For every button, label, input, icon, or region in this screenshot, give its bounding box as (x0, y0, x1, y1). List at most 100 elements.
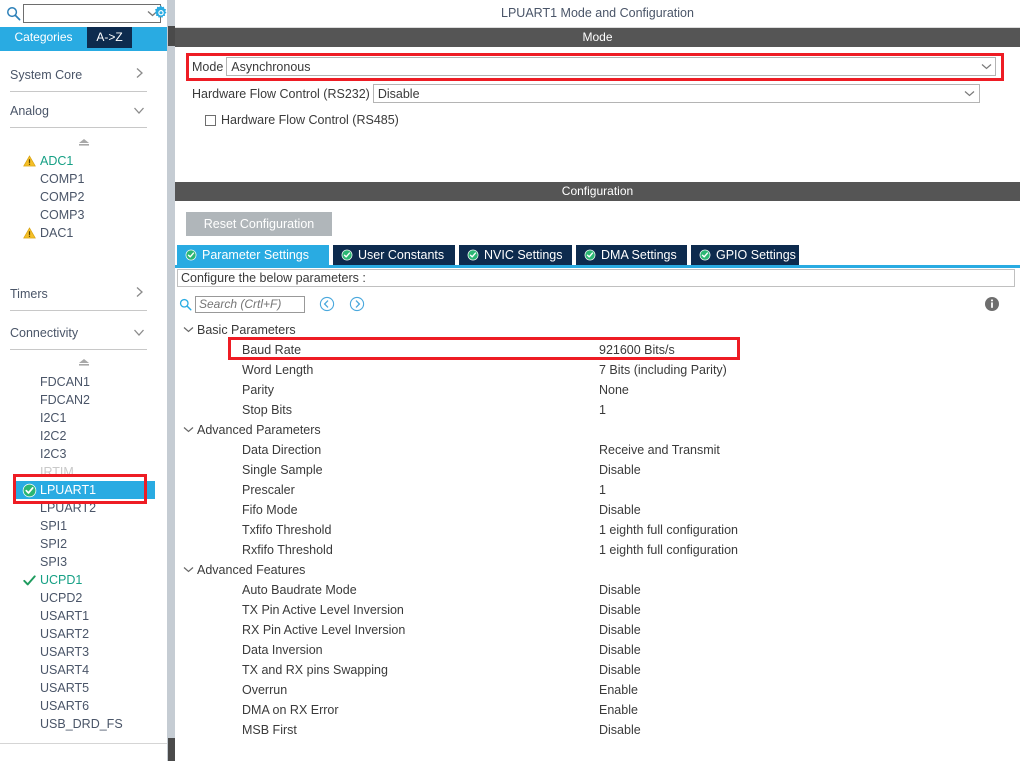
tab-user-constants[interactable]: User Constants (333, 245, 455, 265)
sidebar-group-connectivity[interactable]: Connectivity (10, 316, 147, 350)
parameter-row[interactable]: Overrun Enable (175, 680, 1020, 700)
parameter-value[interactable]: Disable (599, 620, 641, 640)
sidebar-item-ucpd1[interactable]: UCPD1 (0, 571, 160, 589)
prev-icon[interactable] (319, 296, 335, 312)
sidebar-item-fdcan2[interactable]: FDCAN2 (0, 391, 160, 409)
parameter-value[interactable]: Disable (599, 600, 641, 620)
connectivity-scroll-up-arrow[interactable] (0, 358, 167, 366)
sidebar-group-system-core[interactable]: System Core (10, 58, 147, 92)
sidebar-item-spi1[interactable]: SPI1 (0, 517, 160, 535)
tree-group-advanced-parameters[interactable]: Advanced Parameters (183, 420, 321, 440)
sidebar-item-label: USART6 (40, 699, 90, 713)
parameter-value[interactable]: Disable (599, 640, 641, 660)
parameter-value[interactable]: 1 (599, 400, 606, 420)
tab-parameter-settings[interactable]: Parameter Settings (177, 245, 329, 265)
hardware-flow-control-rs485-checkbox[interactable]: Hardware Flow Control (RS485) (205, 113, 399, 127)
parameter-row[interactable]: MSB First Disable (175, 720, 1020, 740)
parameter-row[interactable]: Stop Bits 1 (175, 400, 1020, 420)
parameter-value[interactable]: 1 (599, 480, 606, 500)
parameter-value[interactable]: Enable (599, 700, 638, 720)
analog-scroll-up-arrow[interactable] (0, 138, 167, 146)
parameter-value[interactable]: 7 Bits (including Parity) (599, 360, 727, 380)
sidebar-item-adc1[interactable]: ADC1 (0, 152, 160, 170)
splitter-thumb-bottom[interactable] (168, 738, 175, 761)
hardware-flow-control-rs232-select[interactable]: Disable (372, 84, 980, 103)
parameter-row[interactable]: Word Length 7 Bits (including Parity) (175, 360, 1020, 380)
sidebar-item-usart3[interactable]: USART3 (0, 643, 160, 661)
parameter-row[interactable]: Rxfifo Threshold 1 eighth full configurat… (175, 540, 1020, 560)
parameter-row[interactable]: TX and RX pins Swapping Disable (175, 660, 1020, 680)
chevron-down-icon[interactable] (183, 320, 197, 340)
splitter-thumb-top[interactable] (168, 26, 175, 46)
sidebar-item-irtim[interactable]: IRTIM (0, 463, 160, 481)
parameter-value[interactable]: Disable (599, 580, 641, 600)
sidebar-item-usart6[interactable]: USART6 (0, 697, 160, 715)
parameter-row[interactable]: TX Pin Active Level Inversion Disable (175, 600, 1020, 620)
next-icon[interactable] (349, 296, 365, 312)
sidebar-item-spi2[interactable]: SPI2 (0, 535, 160, 553)
sidebar-item-dac1[interactable]: DAC1 (0, 224, 160, 242)
gear-icon[interactable] (152, 4, 167, 22)
tree-group-basic-parameters[interactable]: Basic Parameters (183, 320, 296, 340)
hardware-flow-control-rs485-label: Hardware Flow Control (RS485) (221, 113, 399, 127)
chevron-down-icon[interactable] (183, 420, 197, 440)
sidebar-item-i2c1[interactable]: I2C1 (0, 409, 160, 427)
mode-select[interactable]: Asynchronous (226, 57, 997, 76)
parameter-value[interactable]: Receive and Transmit (599, 440, 720, 460)
reset-configuration-button[interactable]: Reset Configuration (186, 212, 332, 236)
parameter-row[interactable]: Data Inversion Disable (175, 640, 1020, 660)
sidebar-item-usb_drd_fs[interactable]: USB_DRD_FS (0, 715, 160, 733)
chevron-down-icon[interactable] (977, 61, 995, 73)
parameter-row[interactable]: Parity None (175, 380, 1020, 400)
tab-nvic-settings[interactable]: NVIC Settings (459, 245, 572, 265)
parameter-row[interactable]: Auto Baudrate Mode Disable (175, 580, 1020, 600)
sidebar-item-comp2[interactable]: COMP2 (0, 188, 160, 206)
sidebar-item-usart5[interactable]: USART5 (0, 679, 160, 697)
tab-dma-settings[interactable]: DMA Settings (576, 245, 687, 265)
sidebar-item-lpuart2[interactable]: LPUART2 (0, 499, 160, 517)
parameter-value[interactable]: Disable (599, 500, 641, 520)
checkbox-box[interactable] (205, 114, 216, 126)
parameter-value[interactable]: Disable (599, 720, 641, 740)
sidebar-item-i2c3[interactable]: I2C3 (0, 445, 160, 463)
sidebar-item-usart2[interactable]: USART2 (0, 625, 160, 643)
peripheral-search-combo[interactable] (23, 3, 161, 23)
chevron-down-icon[interactable] (183, 560, 197, 580)
parameter-value[interactable]: 1 eighth full configuration (599, 520, 738, 540)
parameter-row[interactable]: Fifo Mode Disable (175, 500, 1020, 520)
search-input[interactable] (195, 295, 305, 313)
sidebar-group-analog[interactable]: Analog (10, 94, 147, 128)
parameter-row[interactable]: Data Direction Receive and Transmit (175, 440, 1020, 460)
parameter-row[interactable]: Baud Rate 921600 Bits/s (175, 340, 1020, 360)
parameter-value[interactable]: 1 eighth full configuration (599, 540, 738, 560)
parameter-row[interactable]: Prescaler 1 (175, 480, 1020, 500)
sidebar-item-i2c2[interactable]: I2C2 (0, 427, 160, 445)
tab-a-to-z[interactable]: A->Z (87, 27, 132, 48)
sidebar-item-spi3[interactable]: SPI3 (0, 553, 160, 571)
parameter-value[interactable]: Enable (599, 680, 638, 700)
sidebar-item-usart4[interactable]: USART4 (0, 661, 160, 679)
parameter-row[interactable]: RX Pin Active Level Inversion Disable (175, 620, 1020, 640)
info-icon[interactable] (984, 296, 1000, 312)
parameter-row[interactable]: DMA on RX Error Enable (175, 700, 1020, 720)
sidebar-item-comp3[interactable]: COMP3 (0, 206, 160, 224)
sidebar-item-usart1[interactable]: USART1 (0, 607, 160, 625)
sidebar-item-ucpd2[interactable]: UCPD2 (0, 589, 160, 607)
parameter-value[interactable]: Disable (599, 460, 641, 480)
parameter-row[interactable]: Single Sample Disable (175, 460, 1020, 480)
panel-splitter[interactable] (167, 0, 175, 761)
sidebar-item-fdcan1[interactable]: FDCAN1 (0, 373, 160, 391)
tree-group-advanced-features[interactable]: Advanced Features (183, 560, 305, 580)
tab-gpio-settings[interactable]: GPIO Settings (691, 245, 799, 265)
chevron-down-icon[interactable] (961, 88, 979, 100)
tab-categories[interactable]: Categories (0, 27, 87, 48)
sidebar-group-timers[interactable]: Timers (10, 277, 147, 311)
sidebar-item-lpuart1[interactable]: LPUART1 (15, 481, 155, 499)
parameter-value[interactable]: 921600 Bits/s (599, 340, 675, 360)
no-badge (18, 715, 40, 733)
parameter-value[interactable]: None (599, 380, 629, 400)
parameter-value[interactable]: Disable (599, 660, 641, 680)
parameter-row[interactable]: Txfifo Threshold 1 eighth full configurat… (175, 520, 1020, 540)
parameter-name: MSB First (242, 723, 297, 737)
sidebar-item-comp1[interactable]: COMP1 (0, 170, 160, 188)
